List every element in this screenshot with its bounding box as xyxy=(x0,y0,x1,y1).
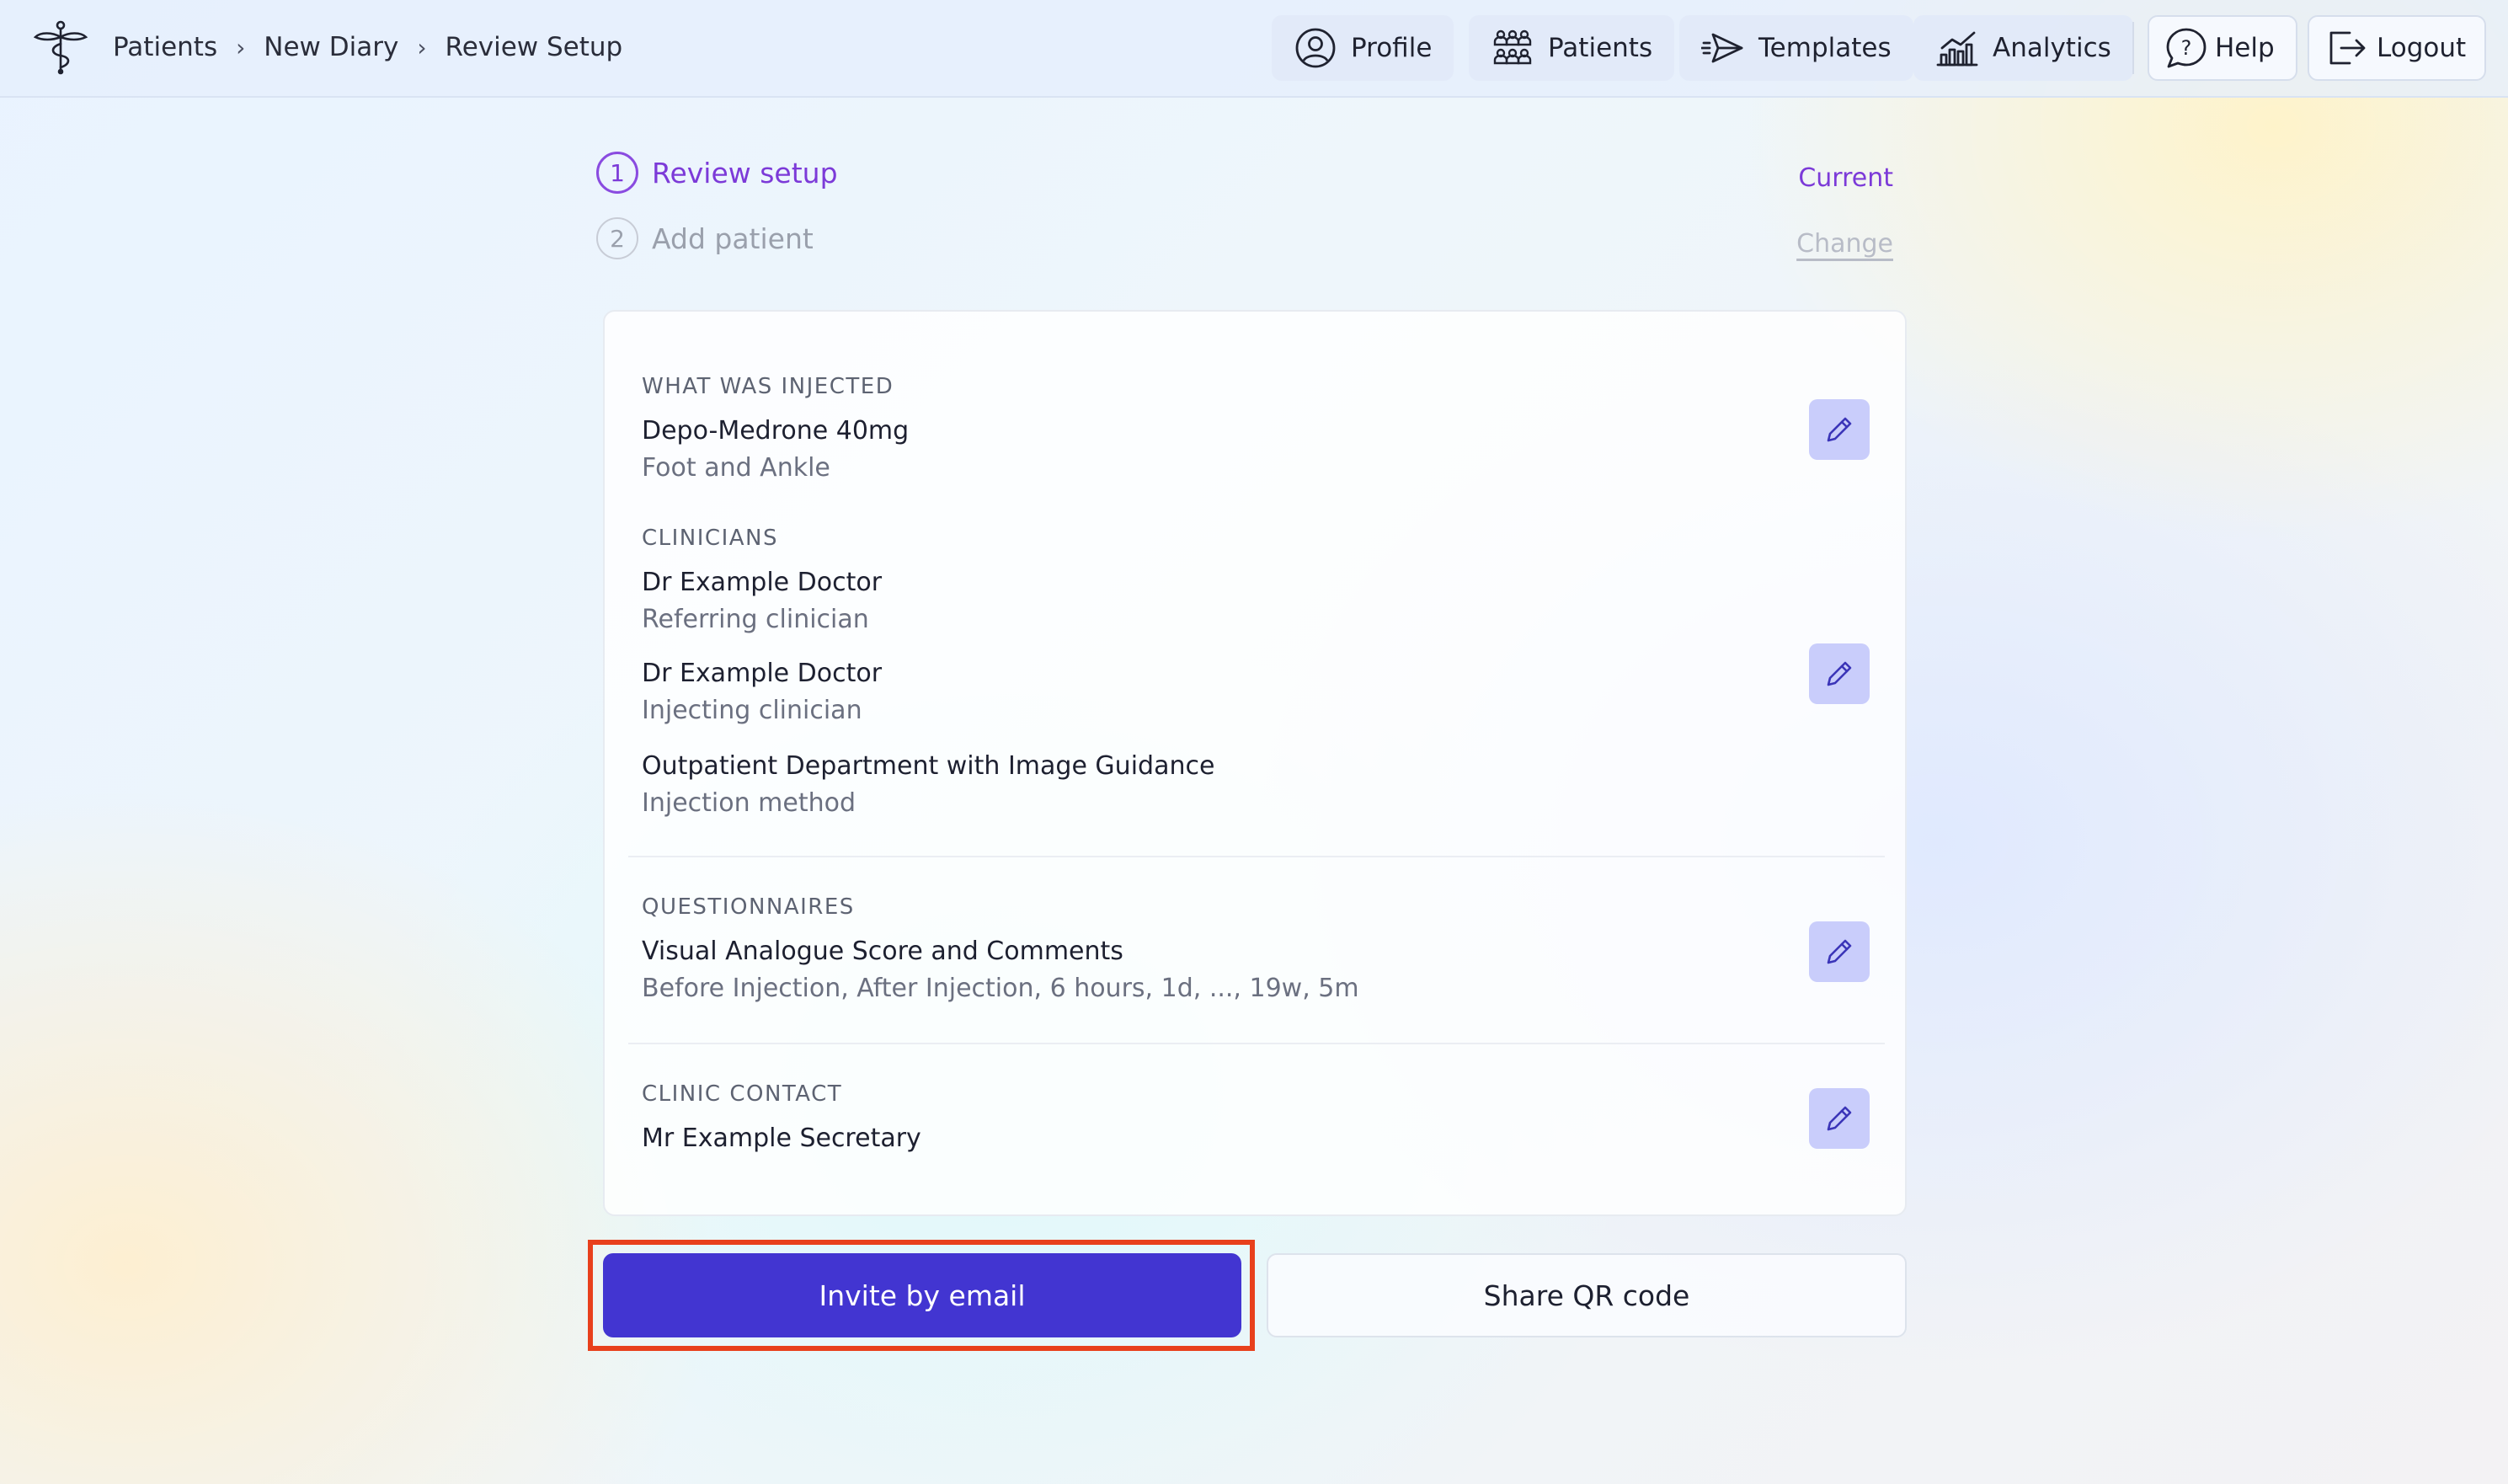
step-label: Review setup xyxy=(652,156,838,190)
step-review-setup: 1 Review setup xyxy=(596,152,838,194)
logout-button[interactable]: Logout xyxy=(2308,15,2486,81)
help-button[interactable]: ? Help xyxy=(2148,15,2297,81)
bar-chart-icon xyxy=(1936,31,1978,67)
user-circle-icon xyxy=(1295,28,1336,68)
help-label: Help xyxy=(2215,33,2275,63)
caduceus-logo-icon[interactable] xyxy=(32,19,89,76)
step-label: Add patient xyxy=(652,222,814,255)
section-label: CLINIC CONTACT xyxy=(642,1081,843,1107)
nav-templates-button[interactable]: Templates xyxy=(1679,15,1913,81)
pencil-icon xyxy=(1827,939,1852,964)
section-label: QUESTIONNAIRES xyxy=(642,894,855,920)
injection-method-label: Injection method xyxy=(642,788,856,818)
logout-label: Logout xyxy=(2377,33,2467,63)
nav-profile-label: Profile xyxy=(1351,33,1433,63)
step-number: 2 xyxy=(596,217,638,259)
logout-icon xyxy=(2329,31,2366,65)
injected-drug: Depo-Medrone 40mg xyxy=(642,416,910,446)
breadcrumb: Patients › New Diary › Review Setup xyxy=(113,0,622,94)
share-qr-code-button[interactable]: Share QR code xyxy=(1267,1253,1907,1337)
top-bar: Patients › New Diary › Review Setup Prof… xyxy=(0,0,2508,98)
paper-plane-icon xyxy=(1701,33,1743,63)
breadcrumb-new-diary[interactable]: New Diary xyxy=(264,32,398,62)
nav-patients-button[interactable]: Patients xyxy=(1469,15,1675,81)
injection-method-name: Outpatient Department with Image Guidanc… xyxy=(642,751,1215,781)
edit-clinicians-button[interactable] xyxy=(1809,643,1870,704)
clinician-name: Dr Example Doctor xyxy=(642,568,883,597)
step-change-link[interactable]: Change xyxy=(1796,229,1893,259)
step-number: 1 xyxy=(596,152,638,194)
step-add-patient: 2 Add patient xyxy=(596,217,814,259)
clinician-role: Referring clinician xyxy=(642,605,869,634)
step-status-current: Current xyxy=(1798,163,1893,193)
section-label: WHAT WAS INJECTED xyxy=(642,374,894,399)
edit-injected-button[interactable] xyxy=(1809,399,1870,460)
questionnaire-schedule: Before Injection, After Injection, 6 hou… xyxy=(642,974,1359,1003)
pencil-icon xyxy=(1827,1106,1852,1131)
questionnaire-name: Visual Analogue Score and Comments xyxy=(642,937,1123,966)
pencil-icon xyxy=(1827,661,1852,686)
clinician-role: Injecting clinician xyxy=(642,696,862,725)
nav-divider xyxy=(2132,22,2134,74)
edit-questionnaires-button[interactable] xyxy=(1809,921,1870,982)
clinic-contact-name: Mr Example Secretary xyxy=(642,1124,921,1153)
pencil-icon xyxy=(1827,417,1852,442)
nav-analytics-button[interactable]: Analytics xyxy=(1913,15,2133,81)
chevron-right-icon: › xyxy=(417,33,427,61)
nav-patients-label: Patients xyxy=(1548,33,1653,63)
breadcrumb-patients[interactable]: Patients xyxy=(113,32,217,62)
section-label: CLINICIANS xyxy=(642,526,778,551)
edit-clinic-contact-button[interactable] xyxy=(1809,1088,1870,1149)
chevron-right-icon: › xyxy=(236,33,246,61)
nav-profile-button[interactable]: Profile xyxy=(1272,15,1454,81)
people-group-icon xyxy=(1493,29,1532,65)
nav-templates-label: Templates xyxy=(1758,33,1892,63)
question-bubble-icon: ? xyxy=(2166,28,2207,68)
invite-by-email-button[interactable]: Invite by email xyxy=(603,1253,1241,1337)
clinician-name: Dr Example Doctor xyxy=(642,659,883,688)
section-divider xyxy=(628,1043,1885,1044)
section-divider xyxy=(628,856,1885,857)
breadcrumb-review-setup: Review Setup xyxy=(445,32,623,62)
injected-site: Foot and Ankle xyxy=(642,453,830,483)
review-card: WHAT WAS INJECTED Depo-Medrone 40mg Foot… xyxy=(603,310,1907,1216)
nav-analytics-label: Analytics xyxy=(1993,33,2111,63)
svg-text:?: ? xyxy=(2181,36,2192,60)
